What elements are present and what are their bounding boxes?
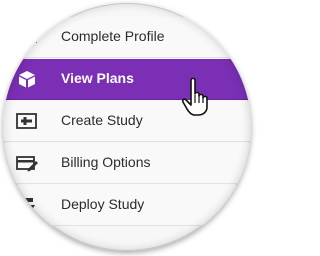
menu-item-label: Complete Profile [61, 28, 165, 44]
menu-item-label: View Plans [61, 70, 134, 86]
menu-item-label: Deploy Study [61, 196, 145, 212]
menu-item-label: Create Study [61, 112, 143, 128]
profile-card-icon [16, 29, 37, 43]
magnifier-lens: Complete Profile View Plans Create Study [3, 3, 251, 251]
edit-card-icon [16, 156, 38, 172]
sidebar-menu: Complete Profile View Plans Create Study [3, 3, 251, 251]
menu-item-complete-profile[interactable]: Complete Profile [3, 17, 251, 58]
menu-item-billing-options[interactable]: Billing Options [3, 143, 251, 184]
menu-item-deploy-study[interactable]: Deploy Study [3, 185, 251, 226]
deploy-icon [23, 198, 35, 212]
add-box-icon [16, 113, 37, 129]
hand-pointer-icon [181, 77, 208, 116]
cube-icon [19, 71, 35, 88]
menu-item-label: Billing Options [61, 154, 151, 170]
